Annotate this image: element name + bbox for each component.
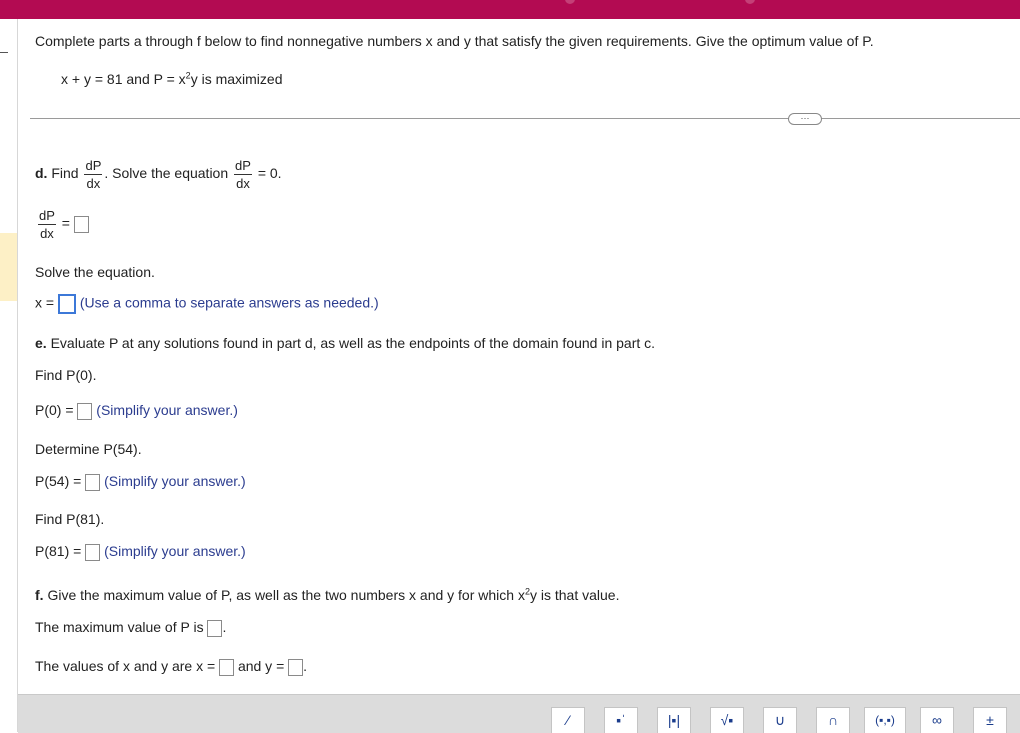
fraction-numerator: dP [234, 158, 252, 175]
problem-post: y is maximized [190, 71, 283, 87]
simplify-hint: (Simplify your answer.) [104, 543, 246, 559]
derivative-answer-row: dP dx = [36, 209, 89, 240]
fraction-denominator: dx [86, 176, 101, 191]
math-toolbar: ⁄ ▪ˈ |▪| √▪ ∪ ∩ (▪,▪) ∞ ± [18, 694, 1020, 733]
part-f-text-post: y is that value. [529, 587, 620, 603]
top-header-bar [0, 0, 1020, 19]
simplify-hint: (Simplify your answer.) [96, 402, 238, 418]
dp-dx-fraction: dP dx [38, 209, 56, 240]
p0-answer-input[interactable] [77, 402, 93, 420]
simplify-hint: (Simplify your answer.) [104, 473, 246, 489]
equals-sign: = [61, 215, 70, 232]
problem-statement: x + y = 81 and P = x2y is maximized [61, 71, 282, 87]
header-decoration [565, 0, 575, 4]
p54-answer-row: P(54) = (Simplify your answer.) [35, 473, 246, 491]
period: . [303, 658, 308, 674]
part-d-label: d. [35, 165, 48, 182]
x-answer-input[interactable] [57, 294, 76, 314]
p54-answer-input[interactable] [85, 473, 101, 491]
square-root-tool-icon[interactable]: √▪ [710, 707, 744, 733]
x-value-input[interactable] [219, 658, 235, 676]
p81-answer-input[interactable] [85, 543, 101, 561]
dp-dx-fraction: dP dx [84, 158, 103, 191]
p0-label: P(0) = [35, 402, 74, 418]
max-value-label: The maximum value of P is [35, 619, 204, 635]
fraction-tool-icon[interactable]: ⁄ [551, 707, 585, 733]
instructions-text: Complete parts a through f below to find… [35, 33, 874, 49]
show-more-button[interactable]: ··· [788, 113, 822, 125]
x-label: x = [35, 294, 55, 311]
plus-minus-tool-icon[interactable]: ± [973, 707, 1007, 733]
p81-answer-row: P(81) = (Simplify your answer.) [35, 543, 246, 561]
union-tool-icon[interactable]: ∪ [763, 707, 797, 733]
fraction-denominator: dx [236, 176, 250, 191]
problem-pre: x + y = 81 and P = x [61, 71, 186, 87]
equals-zero-text: = 0. [257, 165, 282, 182]
y-value-input[interactable] [288, 658, 304, 676]
find-p0-text: Find P(0). [35, 367, 97, 383]
absolute-value-tool-icon[interactable]: |▪| [657, 707, 691, 733]
determine-p54-text: Determine P(54). [35, 441, 142, 457]
part-e-text: Evaluate P at any solutions found in par… [50, 335, 656, 351]
p81-label: P(81) = [35, 543, 82, 559]
part-d-prompt: d. Find dP dx. Solve the equation dP dx = … [35, 159, 282, 190]
part-f-label: f. [35, 587, 44, 603]
x-answer-row: x = (Use a comma to separate answers as … [35, 294, 379, 314]
p54-label: P(54) = [35, 473, 82, 489]
fraction-denominator: dx [40, 226, 54, 241]
part-f-prompt: f. Give the maximum value of P, as well … [35, 587, 619, 603]
solve-equation-text: Solve the equation. [35, 264, 155, 280]
x-answer-hint: (Use a comma to separate answers as need… [79, 294, 379, 311]
solve-prompt-text: . Solve the equation [104, 165, 229, 182]
current-step-highlight [0, 233, 17, 301]
p0-answer-row: P(0) = (Simplify your answer.) [35, 402, 238, 420]
max-value-input[interactable] [207, 619, 223, 637]
left-marker [0, 52, 8, 53]
derivative-answer-input[interactable] [73, 216, 89, 233]
part-f-text-pre: Give the maximum value of P, as well as … [47, 587, 525, 603]
infinity-tool-icon[interactable]: ∞ [920, 707, 954, 733]
interval-tool-icon[interactable]: (▪,▪) [864, 707, 906, 733]
xy-values-row: The values of x and y are x = and y = . [35, 658, 307, 676]
dp-dx-fraction: dP dx [234, 159, 252, 190]
part-e-prompt: e. Evaluate P at any solutions found in … [35, 335, 655, 351]
intersection-tool-icon[interactable]: ∩ [816, 707, 850, 733]
fraction-numerator: dP [84, 158, 103, 175]
find-text: Find [51, 165, 79, 182]
section-divider [30, 118, 1020, 119]
left-border [17, 19, 18, 732]
fraction-numerator: dP [38, 208, 56, 225]
part-e-label: e. [35, 335, 47, 351]
period: . [222, 619, 227, 635]
max-value-row: The maximum value of P is . [35, 619, 226, 637]
find-p81-text: Find P(81). [35, 511, 105, 527]
header-decoration [745, 0, 755, 4]
and-y-label: and y = [237, 658, 285, 674]
exponent-tool-icon[interactable]: ▪ˈ [604, 707, 638, 733]
xy-values-label: The values of x and y are x = [35, 658, 216, 674]
